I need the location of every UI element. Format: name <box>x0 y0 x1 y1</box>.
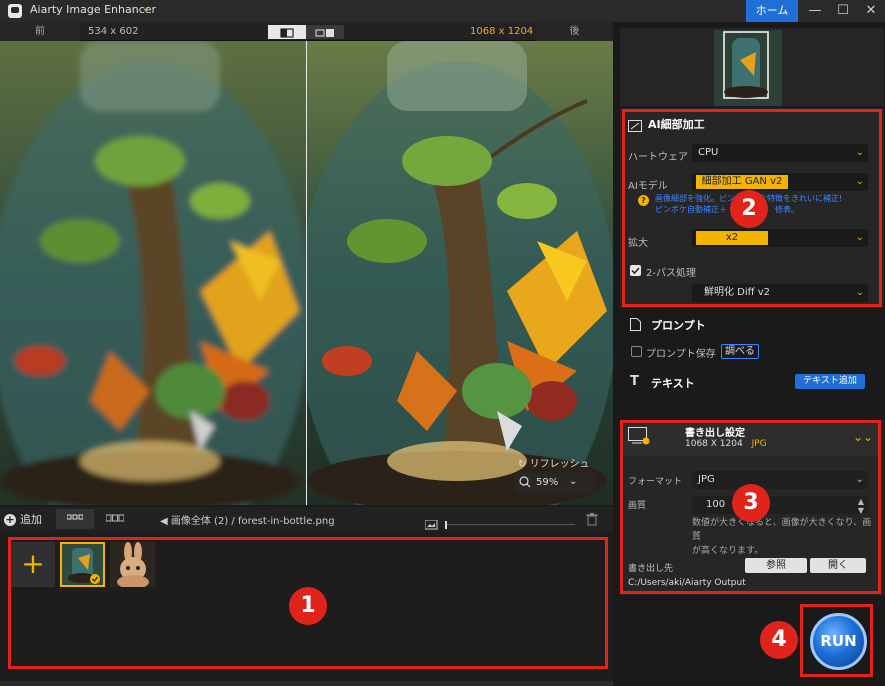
minimize-icon[interactable]: — <box>801 0 829 22</box>
compare-divider[interactable] <box>306 41 307 505</box>
compare-header: 前 534 x 602 1068 x 1204 後 <box>0 22 613 41</box>
after-image <box>307 41 613 505</box>
after-label: 後 <box>536 22 613 41</box>
zoom-value: 59% <box>536 477 559 488</box>
after-size: 1068 x 1204 <box>470 26 534 37</box>
breadcrumb-separator: / <box>231 516 235 527</box>
add-icon: + <box>4 513 16 526</box>
grid-view-icon[interactable] <box>56 509 94 529</box>
chevron-down-icon: ⌄ <box>569 476 578 487</box>
document-icon <box>630 316 641 335</box>
thumbnail-size-slider[interactable] <box>424 515 575 530</box>
trash-icon[interactable] <box>586 511 598 530</box>
zoom-control[interactable]: 59% ⌄ <box>515 473 595 493</box>
add-text-button[interactable]: テキスト追加 <box>795 374 865 389</box>
annotation-box-2 <box>622 109 882 307</box>
before-label: 前 <box>0 22 80 41</box>
app-title: Aiarty Image Enhancer <box>30 3 157 16</box>
breadcrumb: ◀ 画像全体 (2) / forest-in-bottle.png <box>160 512 335 527</box>
preview-thumbnail[interactable] <box>714 30 782 106</box>
refresh-icon: ↻ <box>518 459 530 470</box>
status-strip <box>0 681 613 686</box>
annotation-badge-1: 1 <box>289 587 327 625</box>
back-arrow-icon[interactable]: ◀ <box>160 516 171 527</box>
app-menu-chevron-icon[interactable]: ⌄ <box>141 1 150 14</box>
before-image-pane[interactable] <box>0 41 306 505</box>
prompt-save-checkbox[interactable] <box>631 346 642 357</box>
prompt-save-label: プロンプト保存 <box>646 349 716 360</box>
add-button[interactable]: + 追加 <box>4 511 42 527</box>
close-icon[interactable]: ✕ <box>857 0 885 22</box>
before-image <box>0 41 306 505</box>
after-image-pane[interactable] <box>307 41 613 505</box>
thumbnail-toolbar: + 追加 ◀ 画像全体 (2) / forest-in-bottle.png <box>0 507 613 531</box>
text-title: テキスト <box>651 377 695 390</box>
annotation-box-4 <box>800 604 873 677</box>
refresh-button[interactable]: ↻ リフレッシュ <box>518 455 590 470</box>
annotation-box-3 <box>620 420 881 594</box>
text-tool-icon: T <box>630 374 639 389</box>
strip-view-icon[interactable] <box>96 509 134 529</box>
home-button[interactable]: ホーム <box>746 0 798 22</box>
before-size: 534 x 602 <box>88 26 139 37</box>
split-view-icon[interactable] <box>268 25 306 39</box>
annotation-badge-4: 4 <box>760 621 798 659</box>
prompt-lookup-button[interactable]: 調べる <box>721 344 759 359</box>
app-logo-icon <box>8 4 22 18</box>
breadcrumb-folder[interactable]: 画像全体 (2) <box>171 516 228 527</box>
breadcrumb-file: forest-in-bottle.png <box>237 516 335 527</box>
title-bar: Aiarty Image Enhancer ⌄ ホーム — ☐ ✕ <box>0 0 885 22</box>
side-by-side-view-icon[interactable] <box>306 25 344 39</box>
zoom-icon <box>519 475 531 492</box>
maximize-icon[interactable]: ☐ <box>829 0 857 22</box>
view-mode-toggle[interactable] <box>268 25 344 39</box>
prompt-title: プロンプト <box>651 319 706 332</box>
